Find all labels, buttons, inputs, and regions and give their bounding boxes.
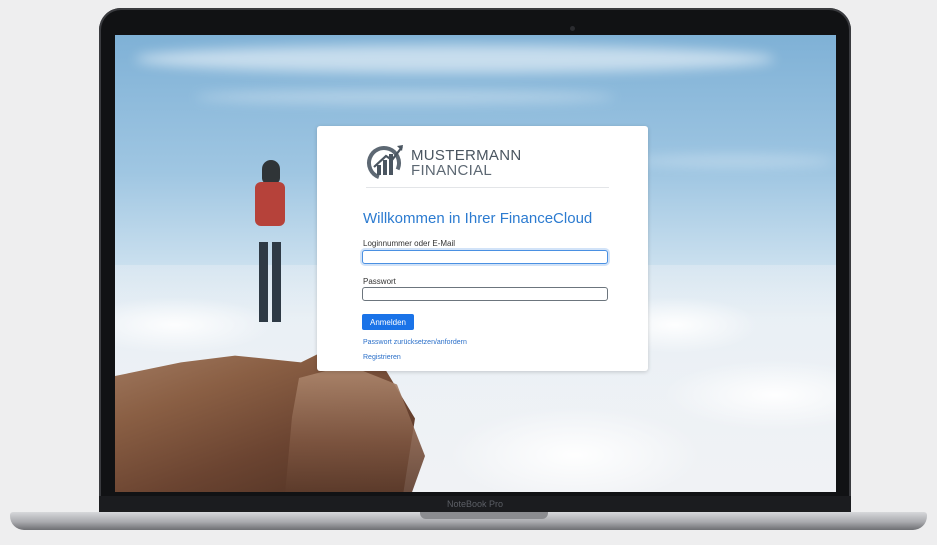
hiker-figure [245, 160, 295, 330]
brand-line-2: FINANCIAL [411, 162, 493, 179]
welcome-title: Willkommen in Ihrer FinanceCloud [363, 210, 593, 227]
sky-cloud [195, 90, 615, 104]
login-card: MUSTERMANN FINANCIAL Willkommen in Ihrer… [317, 126, 648, 371]
username-input[interactable] [362, 250, 608, 264]
username-label: Loginnummer oder E-Mail [363, 239, 456, 248]
password-label: Passwort [363, 277, 396, 286]
laptop-screen: MUSTERMANN FINANCIAL Willkommen in Ihrer… [115, 35, 836, 492]
sky-cloud [135, 45, 775, 73]
opening-notch [420, 512, 548, 519]
reset-password-link[interactable]: Passwort zurücksetzen/anfordern [363, 339, 467, 346]
register-link[interactable]: Registrieren [363, 354, 401, 361]
sky-cloud [635, 155, 835, 167]
chart-gauge-logo-icon [367, 145, 403, 180]
webcam [570, 26, 575, 31]
device-brand-label: NoteBook Pro [446, 499, 504, 509]
password-input[interactable] [362, 287, 608, 301]
brand-line-1: MUSTERMANN [411, 147, 522, 164]
login-button[interactable]: Anmelden [362, 314, 414, 330]
laptop-mockup: MUSTERMANN FINANCIAL Willkommen in Ihrer… [0, 0, 937, 545]
laptop-base [10, 512, 927, 530]
brand-wordmark: MUSTERMANN FINANCIAL [411, 148, 522, 178]
brand-header: MUSTERMANN FINANCIAL [366, 141, 609, 188]
